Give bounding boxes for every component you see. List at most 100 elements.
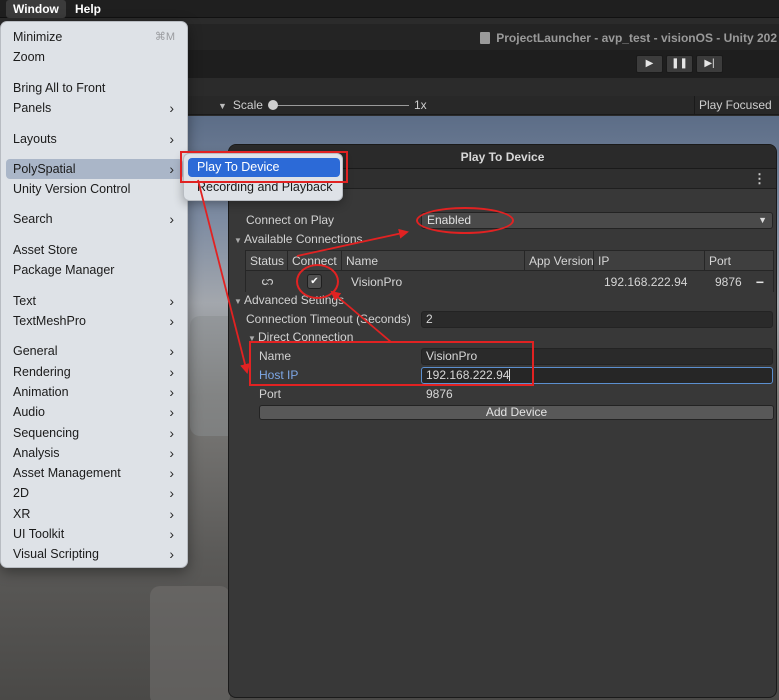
highlight-ellipse	[416, 207, 514, 234]
scale-control[interactable]: ▼ Scale 1x	[218, 96, 427, 115]
chevron-right-icon: ›	[169, 526, 174, 542]
menu-item-panels[interactable]: Panels ›	[6, 98, 183, 118]
menu-item-label: Analysis	[13, 446, 60, 460]
connection-port: 9876	[715, 275, 742, 289]
menu-item-rendering[interactable]: Rendering ›	[6, 362, 183, 382]
menu-item-label: XR	[13, 507, 31, 521]
menu-item-textmeshpro[interactable]: TextMeshPro ›	[6, 311, 183, 331]
more-options-icon[interactable]: ⋮	[753, 171, 766, 187]
column-ip[interactable]: IP	[593, 251, 609, 271]
menu-item-label: Text	[13, 294, 36, 308]
link-broken-icon	[262, 278, 273, 286]
menu-item-label: General	[13, 344, 58, 358]
menu-item-general[interactable]: General ›	[6, 341, 183, 361]
menu-item-2d[interactable]: 2D ›	[6, 483, 183, 503]
menu-item-package-manager[interactable]: Package Manager	[6, 260, 183, 280]
connection-timeout-field[interactable]: 2	[421, 311, 773, 328]
menu-item-label: Package Manager	[13, 263, 115, 277]
foldout-arrow-icon: ▼	[234, 297, 242, 306]
chevron-right-icon: ›	[169, 445, 174, 461]
chevron-right-icon: ›	[169, 131, 174, 147]
port-field[interactable]: 9876	[421, 386, 773, 403]
menu-item-label: Asset Management	[13, 466, 121, 480]
connection-ip: 192.168.222.94	[604, 275, 688, 289]
menu-item-unity-version-control[interactable]: Unity Version Control	[6, 179, 183, 199]
available-connections-foldout[interactable]: ▼ Available Connections	[229, 230, 776, 249]
chevron-right-icon: ›	[169, 425, 174, 441]
chevron-right-icon: ›	[169, 313, 174, 329]
menu-item-sequencing[interactable]: Sequencing ›	[6, 423, 183, 443]
menu-item-zoom[interactable]: Zoom	[6, 47, 183, 67]
menu-item-xr[interactable]: XR ›	[6, 504, 183, 524]
column-status[interactable]: Status	[246, 251, 284, 271]
menu-item-animation[interactable]: Animation ›	[6, 382, 183, 402]
menu-item-label: Visual Scripting	[13, 547, 99, 561]
column-name[interactable]: Name	[341, 251, 378, 271]
foldout-arrow-icon: ▼	[234, 236, 242, 245]
menu-item-label: PolySpatial	[13, 162, 76, 176]
menu-item-label: Panels	[13, 101, 52, 115]
menu-item-label: Animation	[13, 385, 69, 399]
column-port[interactable]: Port	[704, 251, 731, 271]
highlight-box	[180, 151, 348, 183]
menu-item-label: Unity Version Control	[13, 182, 131, 196]
menu-item-ui-toolkit[interactable]: UI Toolkit ›	[6, 524, 183, 544]
menu-item-label: Audio	[13, 405, 45, 419]
menu-item-asset-store[interactable]: Asset Store	[6, 240, 183, 260]
menu-item-label: Rendering	[13, 365, 71, 379]
chevron-right-icon: ›	[169, 465, 174, 481]
add-device-button[interactable]: Add Device	[259, 405, 774, 420]
menu-item-label: TextMeshPro	[13, 314, 86, 328]
scale-value: 1x	[414, 98, 427, 112]
highlight-ellipse	[296, 264, 339, 299]
chevron-right-icon: ›	[169, 364, 174, 380]
window-menu: Minimize ⌘M Zoom Bring All to Front Panel…	[0, 21, 188, 568]
play-button[interactable]: ▶	[636, 55, 663, 73]
menu-item-bring-all-to-front[interactable]: Bring All to Front	[6, 78, 183, 98]
menu-item-label: Sequencing	[13, 426, 80, 440]
chevron-right-icon: ›	[169, 506, 174, 522]
chevron-right-icon: ›	[169, 293, 174, 309]
document-icon	[480, 32, 491, 44]
column-app-version[interactable]: App Version	[524, 251, 594, 271]
chevron-right-icon: ›	[169, 161, 174, 177]
step-button[interactable]: ▶|	[696, 55, 723, 73]
menu-item-label: 2D	[13, 486, 29, 500]
unity-window-title-text: ProjectLauncher - avp_test - visionOS - …	[496, 31, 777, 45]
menu-item-asset-management[interactable]: Asset Management ›	[6, 463, 183, 483]
menu-item-label: Search	[13, 212, 53, 226]
available-connections-label: Available Connections	[244, 232, 363, 246]
menu-item-text[interactable]: Text ›	[6, 291, 183, 311]
menu-item-label: Asset Store	[13, 243, 78, 257]
chevron-right-icon: ›	[169, 211, 174, 227]
menu-bar: Window Help	[0, 0, 779, 18]
connection-name: VisionPro	[351, 275, 403, 289]
chevron-down-icon: ▼	[758, 215, 767, 225]
menu-item-label: Bring All to Front	[13, 81, 106, 95]
chevron-right-icon: ›	[169, 404, 174, 420]
menu-item-label: UI Toolkit	[13, 527, 65, 541]
port-label: Port	[259, 387, 282, 401]
connection-timeout-label: Connection Timeout (Seconds)	[246, 312, 411, 326]
menu-item-search[interactable]: Search ›	[6, 209, 183, 229]
menu-item-minimize[interactable]: Minimize ⌘M	[6, 27, 183, 47]
menu-help[interactable]: Help	[68, 0, 108, 18]
scale-slider-handle[interactable]	[268, 100, 278, 110]
menu-item-label: Zoom	[13, 50, 45, 64]
menu-item-analysis[interactable]: Analysis ›	[6, 443, 183, 463]
menu-item-label: Layouts	[13, 132, 57, 146]
menu-item-polyspatial[interactable]: PolySpatial ›	[6, 159, 183, 179]
menu-item-visual-scripting[interactable]: Visual Scripting ›	[6, 544, 183, 564]
shortcut-hint: ⌘M	[154, 31, 175, 43]
menu-item-layouts[interactable]: Layouts ›	[6, 129, 183, 149]
chevron-right-icon: ›	[169, 343, 174, 359]
play-focused-dropdown[interactable]: Play Focused	[694, 96, 772, 115]
scale-slider-track[interactable]	[274, 105, 409, 106]
pause-button[interactable]: ❚❚	[666, 55, 693, 73]
scene-object	[150, 586, 230, 700]
remove-connection-button[interactable]: −	[756, 272, 764, 292]
menu-item-audio[interactable]: Audio ›	[6, 402, 183, 422]
chevron-down-icon: ▼	[218, 101, 227, 111]
menu-window[interactable]: Window	[6, 0, 66, 18]
highlight-box	[249, 341, 534, 386]
